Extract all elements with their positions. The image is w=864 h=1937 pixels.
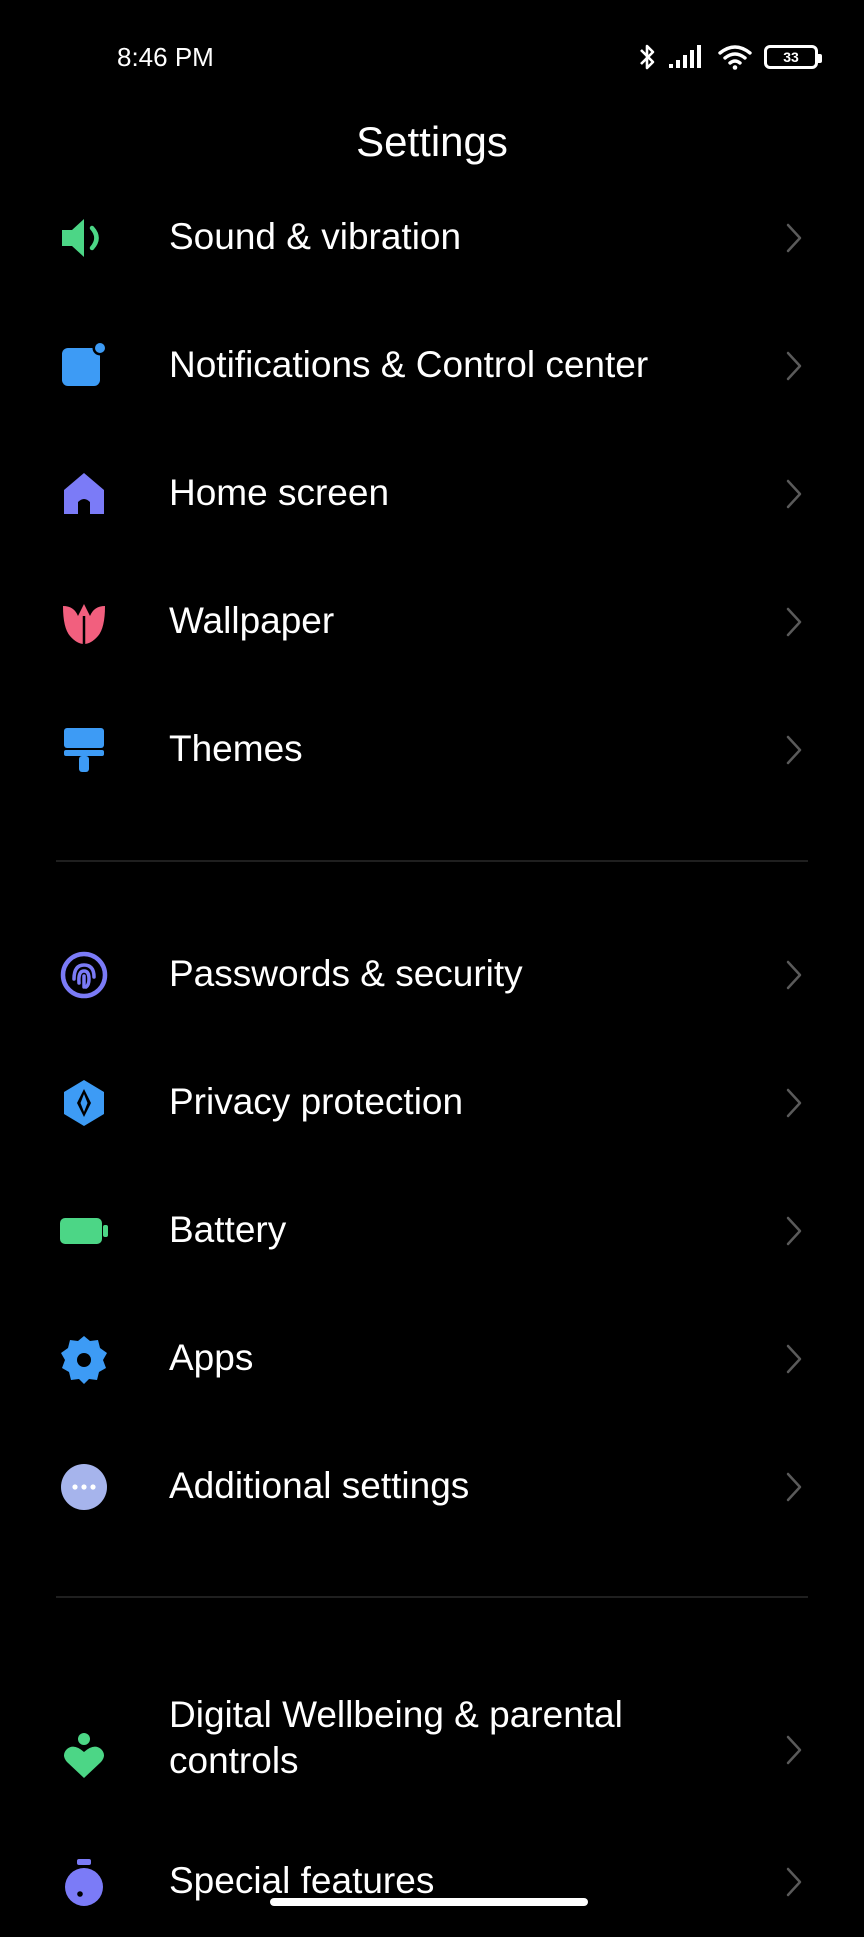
settings-item-label: Privacy protection <box>169 1081 464 1122</box>
signal-icon <box>669 45 701 68</box>
chevron-right-icon <box>786 607 802 637</box>
battery-level: 33 <box>783 49 799 65</box>
settings-item-special-features[interactable]: Special features <box>0 1827 864 1937</box>
special-features-icon <box>58 1856 110 1908</box>
settings-item-home-screen[interactable]: Home screen <box>0 439 864 549</box>
settings-item-wallpaper[interactable]: Wallpaper <box>0 567 864 677</box>
tulip-icon <box>58 596 110 648</box>
page-title: Settings <box>356 118 508 165</box>
chevron-right-icon <box>786 1344 802 1374</box>
settings-item-label: Passwords & security <box>169 953 523 994</box>
chevron-right-icon <box>786 223 802 253</box>
chevron-right-icon <box>786 1088 802 1118</box>
bluetooth-icon <box>640 44 655 70</box>
settings-item-label: Special features <box>169 1860 435 1901</box>
settings-item-label: Apps <box>169 1337 254 1378</box>
gear-icon <box>58 1333 110 1385</box>
settings-item-privacy-protection[interactable]: Privacy protection <box>0 1048 864 1158</box>
settings-item-label: Sound & vibration <box>169 216 462 257</box>
wellbeing-icon <box>58 1730 110 1782</box>
settings-item-battery[interactable]: Battery <box>0 1176 864 1286</box>
chevron-right-icon <box>786 735 802 765</box>
paintbrush-icon <box>58 724 110 776</box>
notification-icon <box>58 340 110 392</box>
chevron-right-icon <box>786 1216 802 1246</box>
settings-item-label: Additional settings <box>169 1465 470 1506</box>
settings-item-label: Home screen <box>169 472 390 513</box>
settings-item-label: Wallpaper <box>169 600 335 641</box>
settings-item-label: Notifications & Control center <box>169 344 649 385</box>
battery-icon <box>58 1205 110 1257</box>
settings-item-digital-wellbeing[interactable]: Digital Wellbeing & parental controls <box>0 1680 864 1810</box>
settings-item-notifications[interactable]: Notifications & Control center <box>0 311 864 421</box>
settings-item-label: Themes <box>169 728 303 769</box>
wifi-icon <box>718 45 752 70</box>
settings-item-themes[interactable]: Themes <box>0 695 864 805</box>
chevron-right-icon <box>786 479 802 509</box>
fingerprint-icon <box>58 949 110 1001</box>
privacy-icon <box>58 1077 110 1129</box>
home-indicator[interactable] <box>270 1898 588 1906</box>
more-icon <box>58 1461 110 1513</box>
chevron-right-icon <box>786 351 802 381</box>
settings-item-label: Battery <box>169 1209 287 1250</box>
chevron-right-icon <box>786 1867 802 1897</box>
settings-item-label: Digital Wellbeing & parental controls <box>169 1694 623 1781</box>
section-divider <box>56 860 808 862</box>
chevron-right-icon <box>786 1735 802 1765</box>
status-icons: 33 <box>638 40 822 74</box>
chevron-right-icon <box>786 960 802 990</box>
settings-item-additional-settings[interactable]: Additional settings <box>0 1432 864 1542</box>
battery-indicator: 33 <box>764 45 822 69</box>
settings-item-apps[interactable]: Apps <box>0 1304 864 1414</box>
settings-item-passwords-security[interactable]: Passwords & security <box>0 920 864 1030</box>
speaker-icon <box>58 212 110 264</box>
settings-item-sound-vibration[interactable]: Sound & vibration <box>0 183 864 293</box>
section-divider <box>56 1596 808 1598</box>
status-time: 8:46 PM <box>117 42 214 72</box>
home-icon <box>58 468 110 520</box>
chevron-right-icon <box>786 1472 802 1502</box>
status-bar: 8:46 PM 33 <box>0 0 864 110</box>
